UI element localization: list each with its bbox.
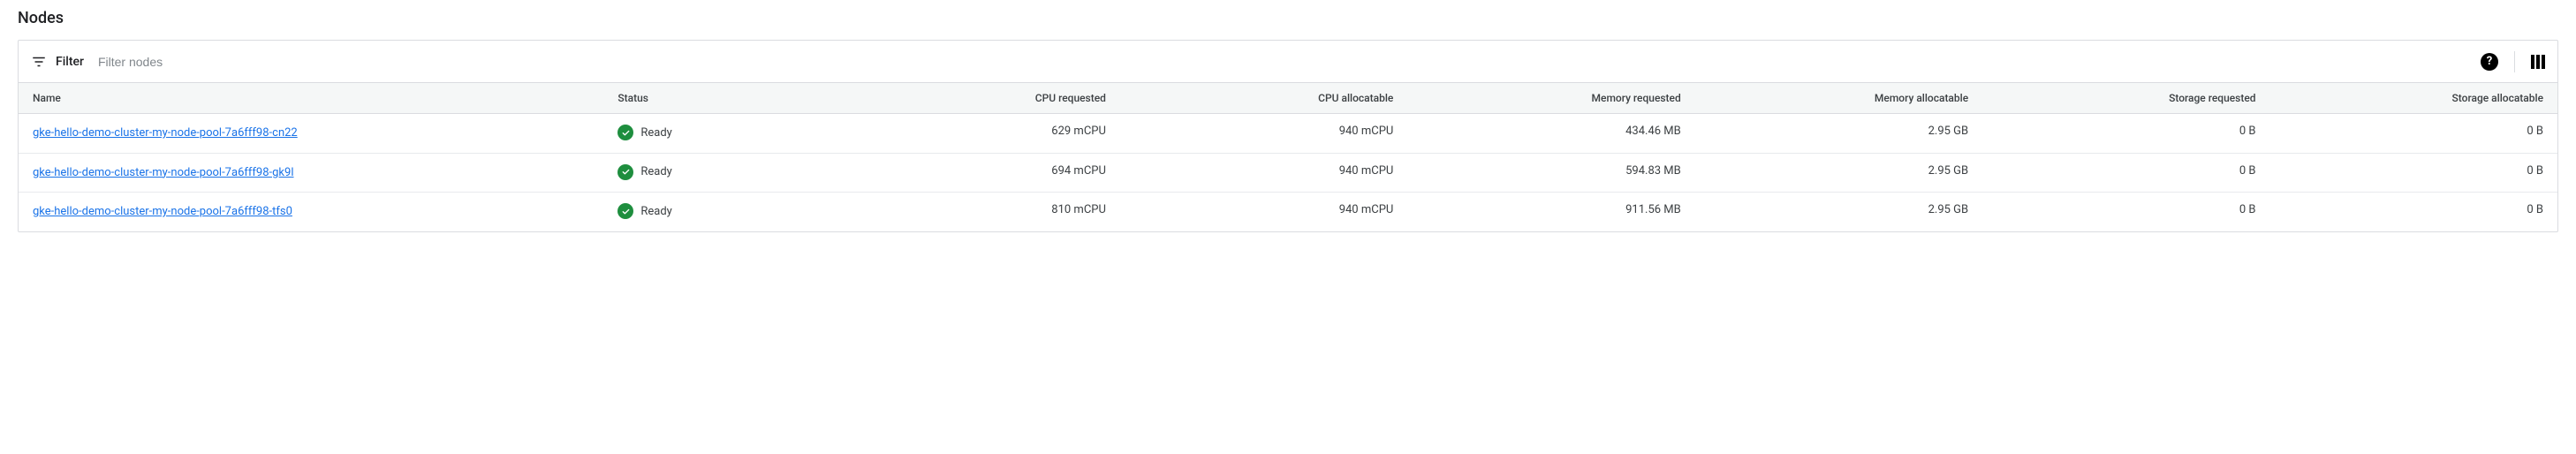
cell-storage-allocatable: 0 B (2270, 193, 2557, 231)
status-ready-icon (617, 164, 633, 180)
cell-storage-allocatable: 0 B (2270, 114, 2557, 154)
filter-input[interactable] (98, 55, 2481, 69)
cell-cpu-requested: 629 mCPU (833, 114, 1120, 154)
cell-memory-allocatable: 2.95 GB (1695, 153, 1982, 193)
columns-icon[interactable] (2531, 55, 2545, 69)
cell-storage-requested: 0 B (1982, 114, 2269, 154)
page-title: Nodes (18, 4, 2558, 40)
cell-cpu-allocatable: 940 mCPU (1120, 193, 1407, 231)
status-text: Ready (640, 126, 671, 140)
divider (2514, 51, 2515, 72)
cell-memory-requested: 594.83 MB (1407, 153, 1694, 193)
filter-label: Filter (56, 55, 84, 69)
cell-cpu-requested: 810 mCPU (833, 193, 1120, 231)
cell-cpu-allocatable: 940 mCPU (1120, 114, 1407, 154)
cell-memory-requested: 434.46 MB (1407, 114, 1694, 154)
status-ready-icon (617, 203, 633, 219)
col-storage-requested[interactable]: Storage requested (1982, 83, 2269, 114)
help-icon[interactable]: ? (2481, 53, 2498, 71)
col-status[interactable]: Status (603, 83, 832, 114)
filter-bar: Filter ? (19, 41, 2557, 83)
cell-storage-allocatable: 0 B (2270, 153, 2557, 193)
table-header-row: Name Status CPU requested CPU allocatabl… (19, 83, 2557, 114)
col-memory-requested[interactable]: Memory requested (1407, 83, 1694, 114)
cell-cpu-requested: 694 mCPU (833, 153, 1120, 193)
table-row: gke-hello-demo-cluster-my-node-pool-7a6f… (19, 193, 2557, 231)
table-row: gke-hello-demo-cluster-my-node-pool-7a6f… (19, 114, 2557, 154)
cell-storage-requested: 0 B (1982, 153, 2269, 193)
filter-icon (31, 54, 47, 70)
node-link[interactable]: gke-hello-demo-cluster-my-node-pool-7a6f… (33, 203, 292, 221)
cell-storage-requested: 0 B (1982, 193, 2269, 231)
cell-memory-allocatable: 2.95 GB (1695, 114, 1982, 154)
col-storage-allocatable[interactable]: Storage allocatable (2270, 83, 2557, 114)
node-link[interactable]: gke-hello-demo-cluster-my-node-pool-7a6f… (33, 164, 294, 182)
nodes-panel: Filter ? Name Status CPU requested (18, 40, 2558, 232)
col-cpu-requested[interactable]: CPU requested (833, 83, 1120, 114)
table-row: gke-hello-demo-cluster-my-node-pool-7a6f… (19, 153, 2557, 193)
col-name[interactable]: Name (19, 83, 603, 114)
node-link[interactable]: gke-hello-demo-cluster-my-node-pool-7a6f… (33, 125, 298, 142)
status-ready-icon (617, 125, 633, 140)
col-memory-allocatable[interactable]: Memory allocatable (1695, 83, 1982, 114)
nodes-table: Name Status CPU requested CPU allocatabl… (19, 83, 2557, 231)
cell-cpu-allocatable: 940 mCPU (1120, 153, 1407, 193)
cell-memory-requested: 911.56 MB (1407, 193, 1694, 231)
cell-memory-allocatable: 2.95 GB (1695, 193, 1982, 231)
status-text: Ready (640, 165, 671, 178)
col-cpu-allocatable[interactable]: CPU allocatable (1120, 83, 1407, 114)
status-text: Ready (640, 205, 671, 218)
